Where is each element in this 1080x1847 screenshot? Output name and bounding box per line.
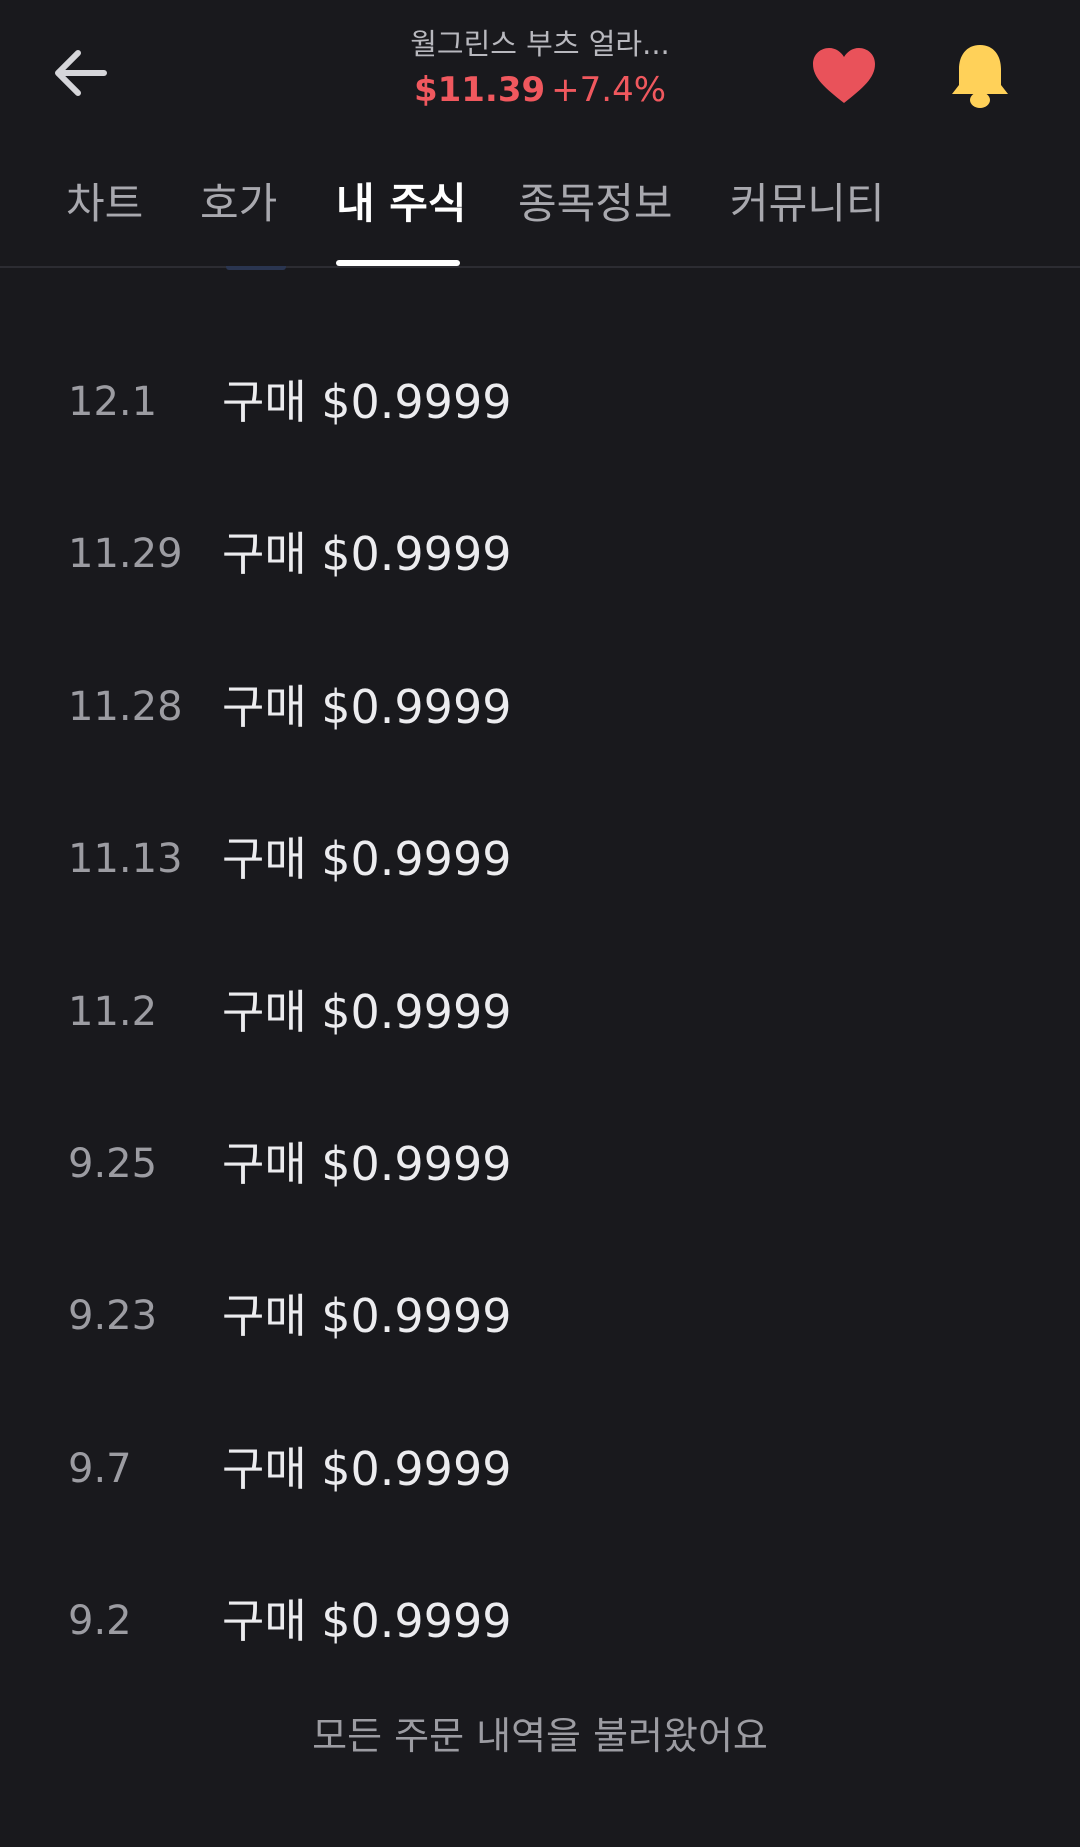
order-description: 구매 $0.9999 (222, 1289, 512, 1343)
stock-change: +7.4% (551, 70, 667, 110)
order-description: 구매 $0.9999 (222, 527, 512, 581)
order-row[interactable]: 12.1 구매 $0.9999 (0, 352, 1080, 452)
order-row[interactable]: 11.13 구매 $0.9999 (0, 809, 1080, 909)
order-description: 구매 $0.9999 (222, 375, 512, 429)
all-orders-loaded-message: 모든 주문 내역을 불러왔어요 (312, 1714, 768, 1758)
order-row[interactable]: 9.2 구매 $0.9999 (0, 1571, 1080, 1671)
order-row[interactable]: 11.2 구매 $0.9999 (0, 962, 1080, 1062)
order-date: 11.29 (68, 531, 183, 577)
tab-orderbook[interactable]: 호가 (200, 178, 277, 230)
active-tab-indicator (336, 260, 460, 266)
app-screen: 월그린스 부츠 얼라... $11.39 +7.4% 차트 호가 내 주식 종목정… (0, 0, 1080, 1847)
order-row[interactable]: 9.25 구매 $0.9999 (0, 1114, 1080, 1214)
tab-stock-info[interactable]: 종목정보 (518, 178, 673, 230)
order-date: 11.28 (68, 684, 183, 730)
order-row[interactable]: 9.7 구매 $0.9999 (0, 1419, 1080, 1519)
order-row[interactable]: 11.28 구매 $0.9999 (0, 657, 1080, 757)
tab-community[interactable]: 커뮤니티 (730, 178, 885, 230)
order-description: 구매 $0.9999 (222, 1594, 512, 1648)
order-description: 구매 $0.9999 (222, 1442, 512, 1496)
scrolled-content-edge (226, 266, 286, 270)
stock-price-line: $11.39 +7.4% (340, 68, 740, 112)
order-description: 구매 $0.9999 (222, 1137, 512, 1191)
heart-icon (813, 48, 875, 103)
order-date: 11.2 (68, 989, 158, 1035)
order-date: 9.23 (68, 1293, 158, 1339)
tab-my-stock[interactable]: 내 주식 (336, 178, 467, 230)
bell-icon (952, 45, 1008, 108)
order-description: 구매 $0.9999 (222, 680, 512, 734)
order-date: 9.25 (68, 1141, 158, 1187)
notification-button[interactable] (942, 36, 1018, 116)
order-date: 11.13 (68, 836, 183, 882)
order-date: 9.7 (68, 1446, 132, 1492)
order-row[interactable]: 11.29 구매 $0.9999 (0, 504, 1080, 604)
header: 월그린스 부츠 얼라... $11.39 +7.4% (0, 0, 1080, 150)
order-date: 9.2 (68, 1598, 132, 1644)
favorite-button[interactable] (806, 40, 882, 112)
order-date: 12.1 (68, 379, 158, 425)
tab-bar: 차트 호가 내 주식 종목정보 커뮤니티 (0, 160, 1080, 268)
stock-title-block: 월그린스 부츠 얼라... $11.39 +7.4% (340, 24, 740, 112)
stock-price: $11.39 (413, 70, 546, 110)
back-button[interactable] (40, 38, 120, 108)
arrow-left-icon (55, 50, 107, 96)
order-description: 구매 $0.9999 (222, 985, 512, 1039)
order-description: 구매 $0.9999 (222, 832, 512, 886)
tab-chart[interactable]: 차트 (66, 178, 143, 230)
order-row[interactable]: 9.23 구매 $0.9999 (0, 1266, 1080, 1366)
stock-name: 월그린스 부츠 얼라... (410, 27, 670, 61)
